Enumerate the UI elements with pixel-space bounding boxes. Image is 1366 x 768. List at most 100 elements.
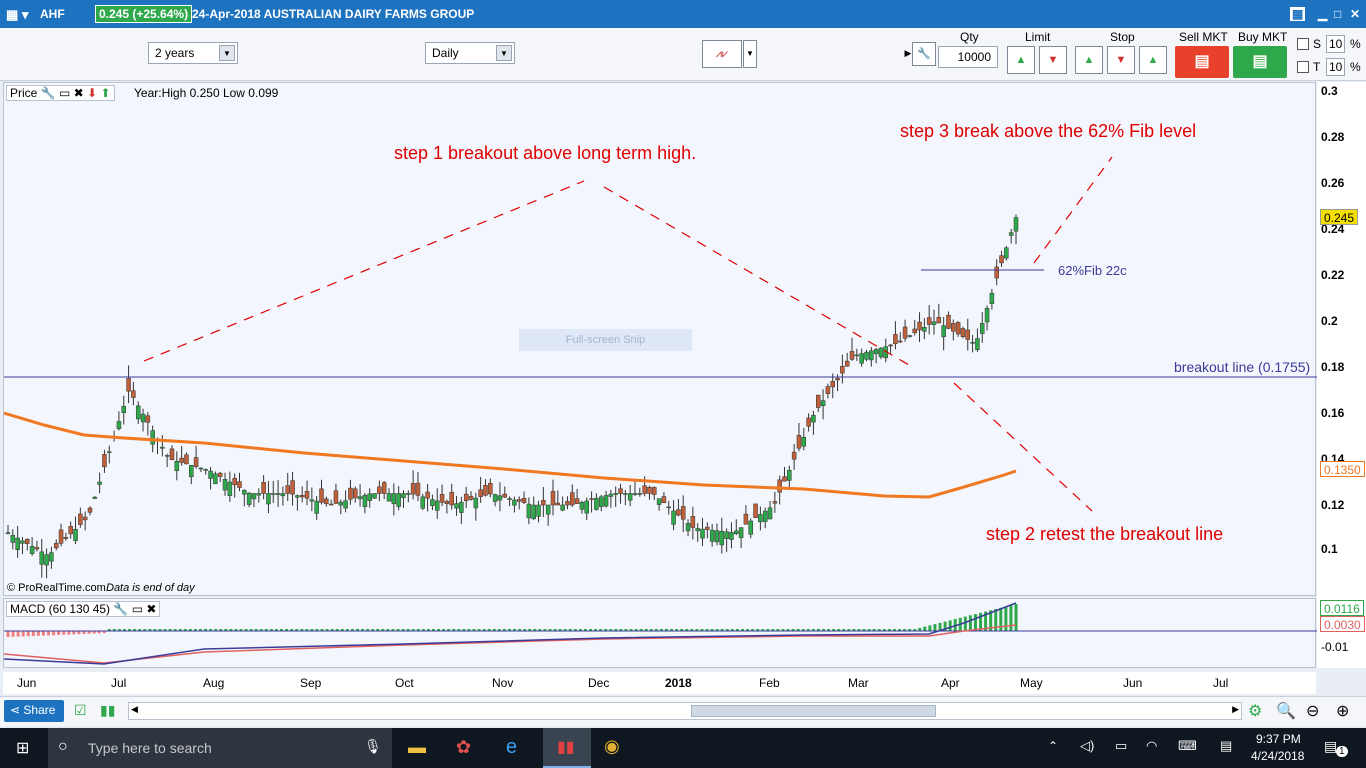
battery-icon[interactable]: ▭	[1115, 738, 1127, 754]
candle-body	[926, 317, 932, 325]
candle-body	[700, 528, 705, 539]
language-icon[interactable]: ▤	[1220, 738, 1232, 754]
chart-type-button[interactable]: ⩘⩗	[702, 40, 742, 68]
candle-body	[203, 469, 208, 471]
ticker-label[interactable]: AHF	[40, 7, 65, 21]
zoom-fit-icon[interactable]: 🔍	[1276, 701, 1296, 721]
macd-panel[interactable]: MACD (60 130 45) 🔧 ▭ ✖	[3, 598, 1317, 668]
wrench-icon[interactable]: 🔧	[113, 602, 128, 616]
limit-sell-button[interactable]: ▼	[1039, 46, 1067, 74]
qty-input[interactable]: 10000	[938, 46, 998, 68]
volume-icon[interactable]: ◁)	[1080, 738, 1094, 754]
chrome-icon[interactable]: ◉	[604, 736, 620, 757]
stop-button-2[interactable]: ▼	[1107, 46, 1135, 74]
keyboard-icon[interactable]: ▦	[1290, 7, 1306, 21]
candle-body	[483, 485, 488, 496]
candle-body	[478, 489, 483, 497]
s-checkbox[interactable]	[1297, 38, 1309, 50]
candle-body	[328, 503, 334, 506]
x-tick: Sep	[300, 676, 322, 690]
x-tick: Mar	[848, 676, 869, 690]
qty-label: Qty	[960, 30, 979, 44]
candle-body	[150, 430, 155, 445]
candle-body	[724, 531, 729, 539]
window-icon[interactable]: ▭	[132, 602, 143, 616]
wrench-icon[interactable]: 🔧	[912, 42, 936, 66]
window-icon[interactable]: ▭	[59, 86, 70, 100]
wrench-icon[interactable]: 🔧	[41, 86, 56, 100]
edge-browser-icon[interactable]: e	[506, 736, 517, 759]
candle-body	[902, 326, 908, 339]
close-icon[interactable]: ✕	[1350, 7, 1360, 21]
arrow-up-icon[interactable]: ⬆	[100, 86, 110, 100]
s-input[interactable]: 10	[1326, 35, 1346, 53]
paint-app-icon[interactable]: ✿	[456, 737, 471, 758]
keyboard-tray-icon[interactable]: ⌨	[1178, 738, 1197, 754]
macd-bar	[1004, 606, 1008, 631]
scrollbar-thumb[interactable]	[691, 705, 936, 717]
chart-type-dropdown[interactable]: ▼	[743, 40, 757, 68]
candle-body	[690, 516, 696, 528]
clock-time[interactable]: 9:37 PM	[1256, 732, 1301, 746]
minimize-icon[interactable]: ▁	[1318, 7, 1327, 21]
interval-select[interactable]: Daily ▼	[425, 42, 515, 64]
share-button[interactable]: ⋖ Share	[4, 700, 64, 722]
candle-body	[671, 510, 676, 525]
candle-body	[184, 454, 189, 465]
candle-body	[121, 406, 127, 413]
close-panel-icon[interactable]: ✖	[146, 602, 156, 616]
buy-mkt-label: Buy MKT	[1238, 30, 1288, 44]
macd-panel-header[interactable]: MACD (60 130 45) 🔧 ▭ ✖	[6, 601, 161, 617]
limit-buy-button[interactable]: ▲	[1007, 46, 1035, 74]
t-input[interactable]: 10	[1326, 58, 1346, 76]
wifi-icon[interactable]: ◠	[1146, 738, 1157, 754]
tray-chevron-icon[interactable]: ⌃	[1048, 739, 1058, 753]
year-high-low-info: Year:High 0.250 Low 0.099	[134, 86, 279, 100]
candle-body	[647, 486, 652, 494]
scroll-right-icon[interactable]: ▶	[1232, 704, 1239, 715]
maximize-icon[interactable]: □	[1334, 7, 1341, 21]
candle-body	[637, 493, 643, 495]
candle-body	[1004, 247, 1009, 259]
zoom-out-icon[interactable]: ⊖	[1306, 701, 1319, 721]
stop-button-3[interactable]: ▲	[1139, 46, 1167, 74]
price-panel-header[interactable]: Price 🔧 ▭ ✖ ⬇ ⬆	[6, 85, 115, 101]
period-select[interactable]: 2 years ▼	[148, 42, 238, 64]
arrow-down-icon[interactable]: ⬇	[87, 86, 97, 100]
chart-settings-icon[interactable]: ⚙	[1248, 701, 1262, 721]
prorealtime-taskbar-item[interactable]: ▮▮	[543, 728, 591, 768]
clock-date[interactable]: 4/24/2018	[1251, 749, 1304, 763]
sell-mkt-button[interactable]: ▤	[1175, 46, 1229, 78]
close-panel-icon[interactable]: ✖	[74, 86, 84, 100]
candle-body	[82, 516, 88, 521]
candle-body	[526, 503, 532, 519]
candle-body	[594, 497, 599, 510]
file-explorer-icon[interactable]: ▬	[408, 737, 426, 758]
t-checkbox[interactable]	[1297, 61, 1309, 73]
candle-body	[922, 327, 927, 332]
macd-bar	[52, 631, 56, 636]
candle-body	[734, 530, 739, 534]
macd-bar	[16, 631, 20, 637]
price-chart-panel[interactable]: Price 🔧 ▭ ✖ ⬇ ⬆ Year:High 0.250 Low 0.09…	[3, 82, 1317, 596]
s-pct-label: %	[1350, 37, 1361, 51]
ma-value-badge: 0.1350	[1320, 461, 1365, 477]
scroll-left-icon[interactable]: ◀	[131, 704, 138, 715]
candle-body	[912, 328, 917, 334]
candle-toggle-icon[interactable]: ▮▮	[100, 702, 115, 719]
candle-body	[859, 353, 864, 364]
chart-icon[interactable]: ▦ ▾	[6, 7, 28, 23]
checklist-icon[interactable]: ☑	[74, 702, 87, 719]
candle-body	[729, 532, 734, 540]
windows-start-icon[interactable]: ⊞	[16, 738, 29, 758]
taskbar-search[interactable]: ○ Type here to search 🎙	[48, 728, 392, 768]
stop-button-1[interactable]: ▲	[1075, 46, 1103, 74]
buy-mkt-button[interactable]: ▤	[1233, 46, 1287, 78]
zoom-in-icon[interactable]: ⊕	[1336, 701, 1349, 721]
candle-body	[208, 470, 213, 479]
t-pct-label: %	[1350, 60, 1361, 74]
microphone-icon[interactable]: 🎙	[364, 738, 382, 755]
candle-body	[840, 365, 845, 374]
horizontal-scrollbar[interactable]: ◀ ▶	[128, 702, 1242, 720]
collapse-arrow-icon[interactable]: ▶	[904, 40, 912, 68]
